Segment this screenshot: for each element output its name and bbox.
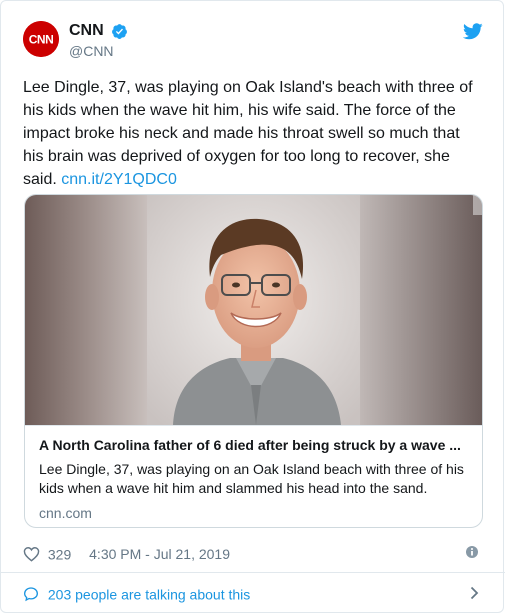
tweet-text-container: Lee Dingle, 37, was playing on Oak Islan… — [23, 76, 483, 191]
avatar[interactable]: CNN — [23, 21, 59, 57]
card-title[interactable]: A North Carolina father of 6 died after … — [39, 436, 468, 455]
link-card[interactable]: A North Carolina father of 6 died after … — [24, 194, 483, 528]
avatar-logo-text: CNN — [29, 33, 54, 47]
twitter-bird-icon[interactable] — [463, 23, 483, 40]
card-domain: cnn.com — [39, 505, 92, 521]
heart-icon[interactable] — [23, 546, 40, 562]
tweet-header: CNN CNN @CNN — [23, 19, 483, 63]
speech-bubble-icon — [23, 587, 39, 602]
divider — [1, 572, 505, 573]
chevron-right-icon[interactable] — [470, 586, 479, 600]
timestamp[interactable]: 4:30 PM - Jul 21, 2019 — [89, 546, 230, 562]
conversation-footer[interactable]: 203 people are talking about this — [23, 581, 483, 605]
tweet-link[interactable]: cnn.it/2Y1QDC0 — [61, 171, 177, 188]
user-names[interactable]: CNN @CNN — [69, 21, 128, 60]
like-count[interactable]: 329 — [48, 546, 71, 562]
user-handle[interactable]: @CNN — [69, 42, 128, 60]
cnn-logo: CNN — [23, 21, 59, 57]
card-image[interactable] — [25, 195, 482, 425]
display-name[interactable]: CNN — [69, 21, 104, 41]
card-description: Lee Dingle, 37, was playing on an Oak Is… — [39, 461, 464, 496]
tweet-meta: 329 4:30 PM - Jul 21, 2019 — [23, 541, 485, 565]
portrait-photo — [25, 195, 482, 425]
conversation-label[interactable]: 203 people are talking about this — [48, 586, 250, 602]
card-info[interactable]: A North Carolina father of 6 died after … — [25, 425, 482, 522]
embedded-tweet: CNN CNN @CNN Lee Dingle, 37, was playing… — [0, 0, 505, 613]
verified-badge-icon — [112, 23, 128, 39]
info-icon[interactable] — [465, 545, 479, 559]
